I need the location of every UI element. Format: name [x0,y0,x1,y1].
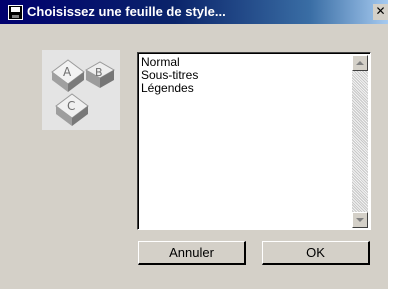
scroll-down-button[interactable] [352,212,368,228]
scroll-up-button[interactable] [352,55,368,71]
close-button[interactable]: ✕ [373,4,388,20]
letter-blocks-icon: A B C [42,50,120,130]
vertical-scrollbar[interactable] [352,55,368,228]
style-list[interactable]: Normal Sous-titres Légendes [137,52,371,230]
list-item[interactable]: Légendes [141,82,351,95]
svg-text:A: A [63,65,72,79]
title-bar[interactable]: Choisissez une feuille de style... ✕ [0,0,388,24]
ok-button[interactable]: OK [262,241,370,265]
window-title: Choisissez une feuille de style... [27,4,226,19]
style-sheet-dialog: Choisissez une feuille de style... ✕ A B… [0,0,388,289]
style-list-items: Normal Sous-titres Légendes [141,56,351,95]
arrow-up-icon [356,61,364,65]
cancel-button[interactable]: Annuler [138,241,246,265]
svg-text:C: C [67,99,75,113]
arrow-down-icon [356,218,364,222]
close-icon: ✕ [375,4,386,18]
svg-text:B: B [95,66,103,79]
floppy-disk-icon [8,5,23,20]
